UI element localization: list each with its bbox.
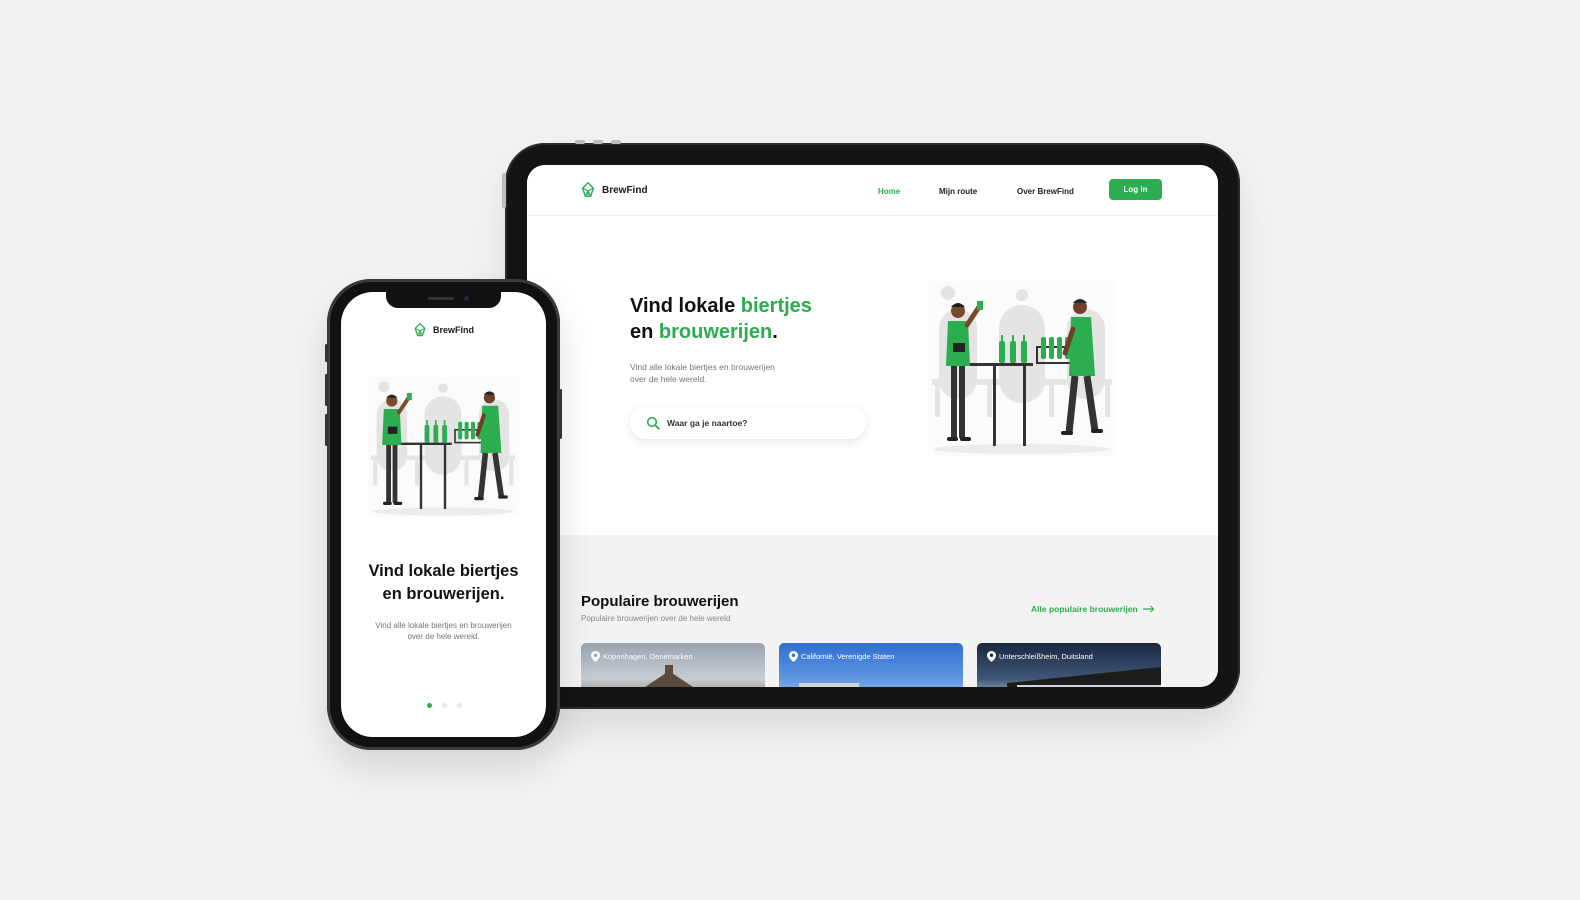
tablet-screen: BrewFind Home Mijn route Over BrewFind L… [527, 165, 1218, 687]
card-location: Unterschleißheim, Duitsland [987, 651, 1093, 662]
tablet-device: BrewFind Home Mijn route Over BrewFind L… [502, 140, 1240, 709]
card-location: Kopenhagen, Denemarken [591, 651, 693, 662]
arrow-right-icon [1142, 605, 1155, 613]
phone-side-button [559, 389, 562, 439]
onboarding-subtitle: Vind alle lokale biertjes en brouwerijen… [363, 620, 524, 642]
building-silhouette [645, 665, 693, 687]
nav-home[interactable]: Home [878, 187, 900, 196]
phone-side-button [325, 374, 328, 406]
carousel-dot-active[interactable] [427, 703, 432, 708]
phone-device: BrewFind Vind lokale biertjes en brouwer… [325, 279, 562, 750]
brewery-card[interactable]: Kopenhagen, Denemarken [581, 643, 765, 687]
login-button[interactable]: Log in [1109, 179, 1162, 200]
nav-mijn-route[interactable]: Mijn route [939, 187, 977, 196]
hero-title-text: . [772, 321, 778, 343]
onboarding-subtitle-line: over de hele wereld. [407, 632, 480, 641]
hop-logo-icon [414, 322, 426, 337]
tablet-button [593, 140, 603, 144]
search-placeholder: Waar ga je naartoe? [667, 418, 748, 428]
card-location-label: Kopenhagen, Denemarken [603, 652, 693, 661]
hero-subtitle-line: over de hele wereld. [630, 374, 707, 384]
top-navigation: BrewFind Home Mijn route Over BrewFind L… [527, 165, 1218, 216]
nav-over-brewfind[interactable]: Over BrewFind [1017, 187, 1074, 196]
card-location-label: Unterschleißheim, Duitsland [999, 652, 1093, 661]
hop-logo-icon [581, 182, 595, 198]
card-location: Californië, Verenigde Staten [789, 651, 894, 662]
hero-title-text: Vind lokale [630, 295, 741, 317]
popular-breweries-section: Populaire brouwerijen Populaire brouweri… [527, 535, 1218, 687]
brewery-card[interactable]: Californië, Verenigde Staten [779, 643, 963, 687]
carousel-dot[interactable] [442, 703, 447, 708]
phone-side-button [325, 344, 328, 362]
camera [464, 296, 469, 301]
building-silhouette [799, 683, 859, 687]
phone-screen: BrewFind Vind lokale biertjes en brouwer… [341, 292, 546, 737]
brand-logo[interactable]: BrewFind [412, 322, 474, 338]
onboarding-title-line: en brouwerijen. [382, 585, 505, 603]
brewers-illustration [367, 377, 519, 517]
search-icon [646, 416, 660, 430]
onboarding-subtitle-line: Vind alle lokale biertjes en brouwerijen [375, 621, 512, 630]
brewery-card[interactable]: Unterschleißheim, Duitsland [977, 643, 1161, 687]
map-pin-icon [591, 651, 600, 662]
all-popular-breweries-label: Alle populaire brouwerijen [1031, 604, 1138, 614]
tablet-button [611, 140, 621, 144]
hero-title-text: en [630, 321, 659, 343]
section-subtitle: Populaire brouwerijen over de hele werel… [581, 614, 731, 623]
building-silhouette [1007, 667, 1161, 687]
brand-name: BrewFind [602, 184, 648, 196]
phone-side-button [325, 414, 328, 446]
search-input[interactable]: Waar ga je naartoe? [630, 407, 866, 439]
speaker-grille [428, 297, 454, 300]
map-pin-icon [987, 651, 996, 662]
hero-subtitle: Vind alle lokale biertjes en brouwerijen… [630, 361, 830, 385]
phone-notch [386, 292, 501, 308]
card-location-label: Californië, Verenigde Staten [801, 652, 895, 661]
onboarding-title-line: Vind lokale biertjes [368, 562, 519, 580]
tablet-button [575, 140, 585, 144]
carousel-dot[interactable] [457, 703, 462, 708]
tablet-side-button [502, 173, 506, 208]
map-pin-icon [789, 651, 798, 662]
brand-logo[interactable]: BrewFind [579, 181, 648, 199]
brewers-illustration [927, 281, 1117, 456]
hero-subtitle-line: Vind alle lokale biertjes en brouwerijen [630, 362, 775, 372]
carousel-pagination [427, 703, 462, 708]
brand-name: BrewFind [433, 325, 475, 335]
hero-title-highlight: biertjes [740, 295, 812, 317]
hero-title: Vind lokale biertjes en brouwerijen. [630, 293, 812, 345]
hero-title-highlight: brouwerijen [658, 321, 773, 343]
onboarding-title: Vind lokale biertjes en brouwerijen. [341, 560, 546, 606]
section-title: Populaire brouwerijen [581, 593, 739, 610]
all-popular-breweries-link[interactable]: Alle populaire brouwerijen [1031, 604, 1155, 614]
